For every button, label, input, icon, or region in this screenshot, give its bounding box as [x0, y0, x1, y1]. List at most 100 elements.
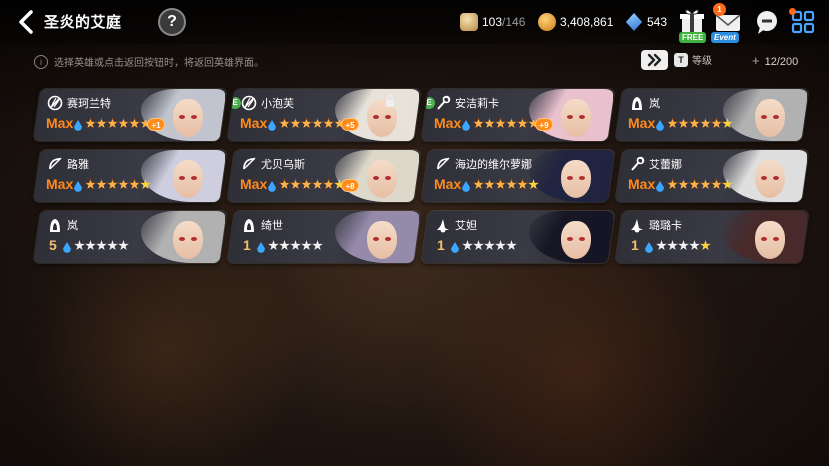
hero-card-content: 岚5 [37, 211, 225, 263]
hero-card[interactable]: 赛珂兰特 Max +1 [33, 89, 227, 141]
portrait-eye [761, 237, 767, 241]
star-icon [711, 118, 722, 129]
star-icon [279, 118, 290, 129]
fast-forward-button[interactable] [641, 50, 668, 70]
star-icon [312, 179, 323, 190]
star-icon [129, 118, 140, 129]
enhance-badge: +8 [341, 179, 359, 192]
star-rating [268, 240, 323, 251]
hero-card[interactable]: E 安洁莉卡 Max +9 [421, 89, 615, 141]
star-icon [96, 179, 107, 190]
star-icon [323, 118, 334, 129]
portrait-eye [373, 176, 379, 180]
hero-card[interactable]: 岚5 [33, 211, 227, 263]
star-icon [290, 179, 301, 190]
hero-card-content: 绮世 1 [231, 211, 419, 263]
hero-portrait [137, 211, 227, 263]
hero-level: 1 [437, 237, 445, 253]
hero-card[interactable]: 海边的维尔萝娜 Max [421, 150, 615, 202]
portrait-face [561, 99, 591, 137]
star-icon [667, 179, 678, 190]
plus-icon[interactable]: + [752, 53, 760, 68]
star-icon [506, 179, 517, 190]
hero-card[interactable]: 璐璐卡 1 [615, 211, 809, 263]
star-icon [484, 179, 495, 190]
portrait-eye [579, 115, 585, 119]
stamina-max: /146 [502, 15, 526, 29]
enhance-badge: +5 [341, 118, 359, 131]
hero-name: 岚 [649, 98, 660, 110]
star-icon [495, 179, 506, 190]
back-arrow-icon[interactable] [14, 9, 38, 35]
star-icon [301, 118, 312, 129]
portrait-eye [567, 115, 573, 119]
hero-portrait [525, 89, 615, 141]
portrait-face [755, 99, 785, 137]
hero-card-content: 艾蕾娜 Max [619, 150, 807, 202]
star-icon [279, 179, 290, 190]
star-icon [678, 118, 689, 129]
stamina-current: 103 [482, 15, 503, 29]
chat-button[interactable] [752, 7, 782, 37]
awakening-drop-icon [74, 120, 82, 131]
witch-icon [437, 219, 449, 233]
star-icon [667, 118, 678, 129]
hero-card-content: 路雅 Max [37, 150, 225, 202]
event-count-badge: 1 [713, 3, 726, 16]
menu-grid-button[interactable] [788, 7, 818, 37]
star-rating [656, 240, 711, 251]
enhance-badge: +1 [147, 118, 165, 131]
star-icon [96, 240, 107, 251]
star-icon [700, 240, 711, 251]
sort-icon: T [674, 52, 688, 67]
awakening-drop-icon [451, 242, 459, 253]
hero-level: Max [628, 176, 656, 192]
star-rating [667, 118, 733, 129]
star-rating [279, 179, 345, 190]
portrait-eye [567, 237, 573, 241]
free-shop-button[interactable]: FREE [677, 7, 707, 43]
hero-card[interactable]: E 小泡芙 Max +5 [227, 89, 421, 141]
double-chevron-icon [647, 53, 662, 67]
crystal-counter: 543 [625, 12, 667, 32]
hero-card[interactable]: 尤贝乌斯 Max +8 [227, 150, 421, 202]
hero-card[interactable]: 艾蕾娜 Max [615, 150, 809, 202]
awakening-drop-icon [257, 242, 265, 253]
sort-button[interactable]: T 等级 [674, 52, 712, 67]
star-icon [107, 179, 118, 190]
awakening-drop-icon [74, 181, 82, 192]
staff-icon [631, 156, 645, 171]
info-icon: i [34, 54, 48, 69]
hero-card-content: 艾妲 1 [425, 211, 613, 263]
hero-card-content: E 小泡芙 Max +5 [229, 89, 419, 141]
page-title: 圣炎的艾庭 [44, 14, 122, 31]
star-icon [528, 179, 539, 190]
portrait-eye [385, 237, 391, 241]
star-icon [118, 240, 129, 251]
star-icon [107, 118, 118, 129]
portrait-face [755, 221, 785, 259]
portrait-face [173, 221, 203, 259]
hero-level: Max [628, 115, 656, 131]
portrait-face [367, 160, 397, 198]
portrait-eye [385, 115, 391, 119]
star-icon [85, 179, 96, 190]
star-icon [118, 179, 129, 190]
help-button[interactable]: ? [158, 8, 186, 36]
gold-value: 3,408,861 [560, 15, 614, 29]
portrait-face [755, 160, 785, 198]
hero-card[interactable]: 绮世 1 [227, 211, 421, 263]
portrait-eye [773, 115, 779, 119]
gold-counter: 3,408,861 [538, 12, 613, 32]
star-icon [689, 118, 700, 129]
event-mail-button[interactable]: 1 Event [711, 3, 743, 43]
hero-card[interactable]: 艾妲 1 [421, 211, 615, 263]
hero-count-value: 12/200 [764, 56, 799, 68]
star-icon [118, 118, 129, 129]
portrait-eye [761, 176, 767, 180]
hero-card[interactable]: 路雅 Max [33, 150, 227, 202]
hero-card[interactable]: 岚 Max [615, 89, 809, 141]
hero-level: Max [434, 176, 462, 192]
portrait-eye [579, 237, 585, 241]
star-icon [722, 118, 733, 129]
